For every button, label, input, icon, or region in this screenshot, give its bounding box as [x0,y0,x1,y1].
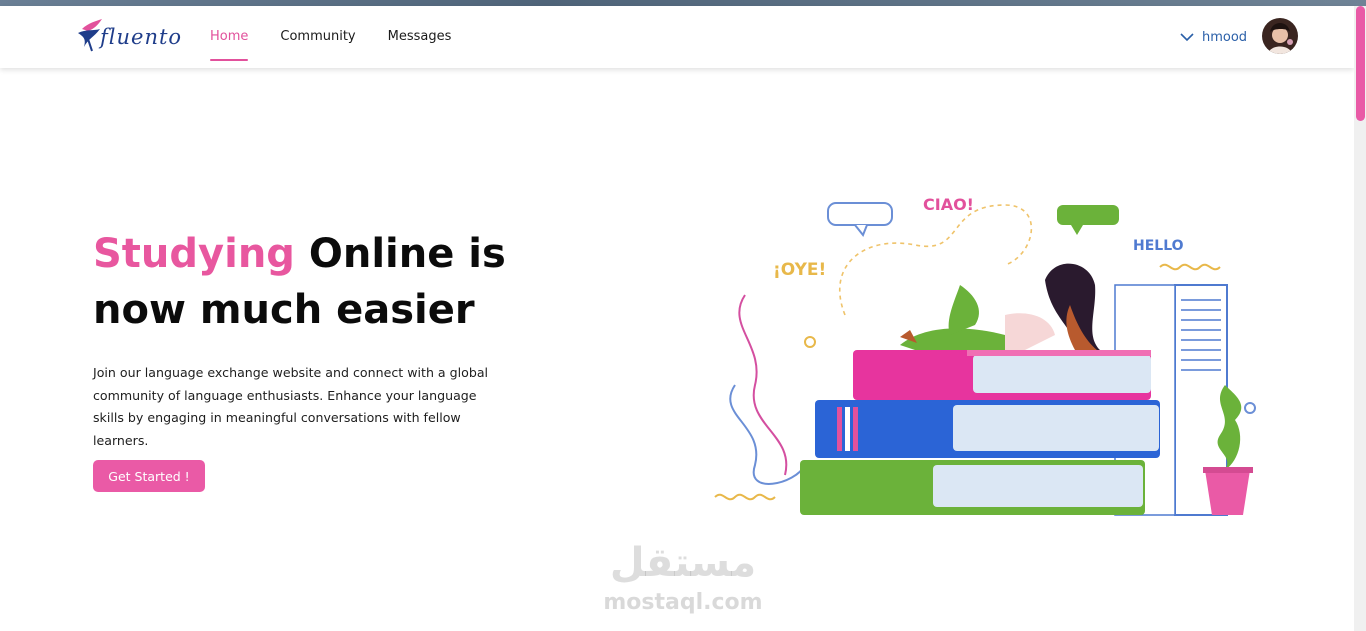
nav-messages[interactable]: Messages [388,6,452,68]
top-navbar: fluento Home Community Messages hmood [0,6,1354,68]
mostaql-watermark: مستقل mostaql.com [598,540,768,620]
scrollbar-thumb[interactable] [1356,6,1365,121]
bubble-text-oye: ¡OYE! [773,260,826,280]
nav-community[interactable]: Community [280,6,355,68]
user-name: hmood [1202,29,1248,45]
user-menu[interactable]: hmood [1180,6,1247,68]
bubble-text-hello: HELLO [1133,238,1184,254]
speech-bubble-green-icon [1057,205,1119,225]
hero-title-line-2: now much easier [93,287,475,333]
get-started-button[interactable]: Get Started ! [93,460,205,492]
nav-home[interactable]: Home [210,6,249,68]
hero-title-rest: Online is [294,231,506,277]
watermark-arabic: مستقل [609,540,757,586]
bubble-text-ciao: CIAO! [923,195,974,214]
hero-title: Studying Online is now much easier [93,226,613,338]
hero-description: Join our language exchange website and c… [93,365,489,448]
hero-title-highlight: Studying [93,231,295,277]
speech-bubble-outline-icon [827,202,893,226]
page-scrollbar[interactable] [1354,6,1366,631]
study-illustration: CIAO! ¡OYE! HELLO [714,195,1256,516]
avatar[interactable] [1262,18,1298,54]
chevron-down-icon [1180,33,1194,42]
brand-logo[interactable]: fluento [76,17,181,55]
main-nav: Home Community Messages [210,6,483,68]
watermark-latin: mostaql.com [603,590,763,615]
brand-logo-text: fluento [100,25,183,49]
